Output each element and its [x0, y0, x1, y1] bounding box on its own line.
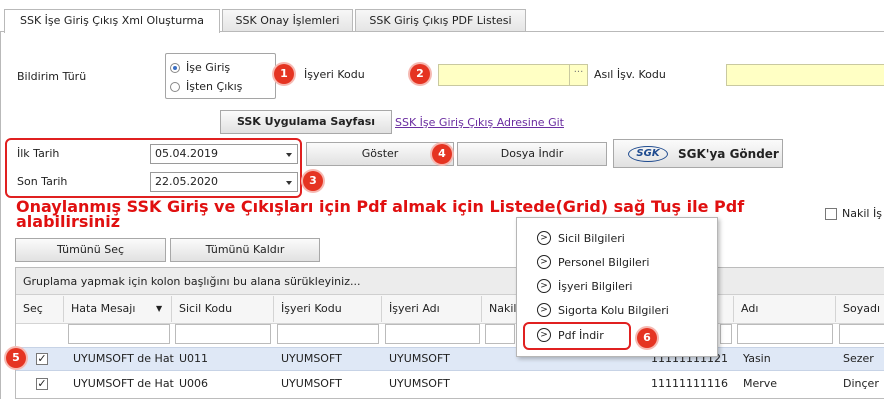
cell-hata: UYUMSOFT de Hat: [73, 352, 174, 365]
menu-item-label: Personel Bilgileri: [558, 256, 650, 269]
cell-hata: UYUMSOFT de Hat: [73, 377, 174, 390]
nakil-label: Nakil İş: [842, 207, 882, 220]
menu-item-label: Sicil Bilgileri: [558, 232, 625, 245]
col-header-soyadi[interactable]: Soyadı: [836, 296, 884, 322]
cell-isyeri-kodu: UYUMSOFT: [281, 352, 342, 365]
chevron-right-circle-icon: >: [537, 279, 551, 293]
ssk-link[interactable]: SSK İşe Giriş Çıkış Adresine Git: [395, 116, 564, 129]
cell-adi: Yasin: [743, 352, 771, 365]
cell-isyeri-adi: UYUMSOFT: [389, 352, 450, 365]
tab-bar: SSK İşe Giriş Çıkış Xml Oluşturma SSK On…: [0, 0, 884, 33]
select-all-button[interactable]: Tümünü Seç: [15, 238, 166, 262]
asil-isv-label: Asıl İşv. Kodu: [594, 68, 666, 81]
bildirim-label: Bildirim Türü: [17, 70, 87, 83]
cell-soyadi: Dinçer: [843, 377, 879, 390]
isyeri-kodu-label: İşyeri Kodu: [304, 68, 365, 81]
ilk-tarih-label: İlk Tarih: [17, 147, 60, 160]
sgk-send-button[interactable]: SGK SGK'ya Gönder: [613, 139, 783, 168]
step-badge-6: 6: [637, 328, 657, 348]
deselect-all-button[interactable]: Tümünü Kaldır: [170, 238, 320, 262]
filter-hata-input[interactable]: [68, 324, 170, 344]
cell-isyeri-adi: UYUMSOFT: [389, 377, 450, 390]
cell-tc: 11111111116: [651, 377, 728, 390]
step-badge-5: 5: [6, 348, 26, 368]
sgk-logo-icon: SGK: [628, 146, 668, 162]
radio-ise-giris[interactable]: [170, 63, 180, 73]
step-badge-2: 2: [410, 64, 430, 84]
radio-isten-cikis-label[interactable]: İşten Çıkış: [186, 80, 242, 94]
filter-soyadi-input[interactable]: [839, 324, 884, 344]
chevron-down-icon: [286, 153, 292, 157]
menu-item-label: Sigorta Kolu Bilgileri: [558, 304, 669, 317]
chevron-right-circle-icon: >: [537, 231, 551, 245]
col-header-adi[interactable]: Adı: [734, 296, 836, 322]
row-checkbox[interactable]: ✓: [36, 353, 48, 365]
col-header-sec[interactable]: Seç: [16, 296, 64, 322]
chevron-right-circle-icon: >: [537, 328, 551, 342]
chevron-right-circle-icon: >: [537, 303, 551, 317]
asil-isv-input[interactable]: [726, 64, 884, 86]
dosya-indir-button[interactable]: Dosya İndir: [457, 142, 607, 166]
menu-item-label: İşyeri Bilgileri: [558, 280, 633, 293]
step-badge-3: 3: [303, 171, 323, 191]
cell-soyadi: Sezer: [843, 352, 874, 365]
tab-onay[interactable]: SSK Onay İşlemleri: [222, 9, 353, 32]
isyeri-kodu-input[interactable]: ···: [438, 64, 588, 86]
table-row[interactable]: ✓ UYUMSOFT de Hat U011 UYUMSOFT UYUMSOFT…: [16, 347, 884, 371]
col-header-sicil[interactable]: Sicil Kodu: [172, 296, 274, 322]
col-header-isyeri-adi[interactable]: İşyeri Adı: [382, 296, 482, 322]
col-header-isyeri-kodu[interactable]: İşyeri Kodu: [274, 296, 382, 322]
radio-ise-giris-label[interactable]: İşe Giriş: [186, 61, 230, 75]
chevron-down-icon: [286, 181, 292, 185]
ssk-app-button[interactable]: SSK Uygulama Sayfası: [220, 110, 392, 134]
nakil-checkbox[interactable]: [825, 208, 837, 220]
ilk-tarih-value: 05.04.2019: [155, 147, 218, 160]
menu-item-label: Pdf İndir: [558, 329, 604, 342]
cell-sicil: U006: [179, 377, 209, 390]
cell-sicil: U011: [179, 352, 209, 365]
table-row[interactable]: ✓ UYUMSOFT de Hat U006 UYUMSOFT UYUMSOFT…: [16, 373, 884, 397]
chevron-right-circle-icon: >: [537, 255, 551, 269]
col-header-hata[interactable]: Hata Mesajı ▼: [64, 296, 172, 322]
filter-isyeri-adi-input[interactable]: [385, 324, 480, 344]
row-checkbox[interactable]: ✓: [36, 378, 48, 390]
tab-pdf-list[interactable]: SSK Giriş Çıkış PDF Listesi: [355, 9, 526, 32]
cell-isyeri-kodu: UYUMSOFT: [281, 377, 342, 390]
ilk-tarih-select[interactable]: 05.04.2019: [150, 144, 298, 164]
filter-dropdown-icon[interactable]: ▼: [156, 296, 162, 322]
col-header-hata-label: Hata Mesajı: [71, 302, 136, 315]
tab-xml[interactable]: SSK İşe Giriş Çıkış Xml Oluşturma: [4, 9, 220, 33]
step-badge-4: 4: [432, 144, 452, 164]
isyeri-kodu-lookup-button[interactable]: ···: [569, 65, 587, 85]
filter-adi-input[interactable]: [737, 324, 833, 344]
context-menu: > Sicil Bilgileri > Personel Bilgileri >…: [516, 217, 718, 357]
sgk-send-label: SGK'ya Gönder: [678, 147, 779, 161]
step-badge-1: 1: [274, 64, 294, 84]
son-tarih-value: 22.05.2020: [155, 175, 218, 188]
son-tarih-label: Son Tarih: [17, 175, 68, 188]
filter-nakil-input[interactable]: [485, 324, 515, 344]
cell-adi: Merve: [743, 377, 778, 390]
filter-isyeri-kodu-input[interactable]: [277, 324, 379, 344]
filter-sicil-input[interactable]: [175, 324, 271, 344]
son-tarih-select[interactable]: 22.05.2020: [150, 172, 298, 192]
group-panel[interactable]: Gruplama yapmak için kolon başlığını bu …: [16, 268, 884, 295]
filter-tc-input[interactable]: [720, 324, 732, 344]
radio-isten-cikis[interactable]: [170, 82, 180, 92]
